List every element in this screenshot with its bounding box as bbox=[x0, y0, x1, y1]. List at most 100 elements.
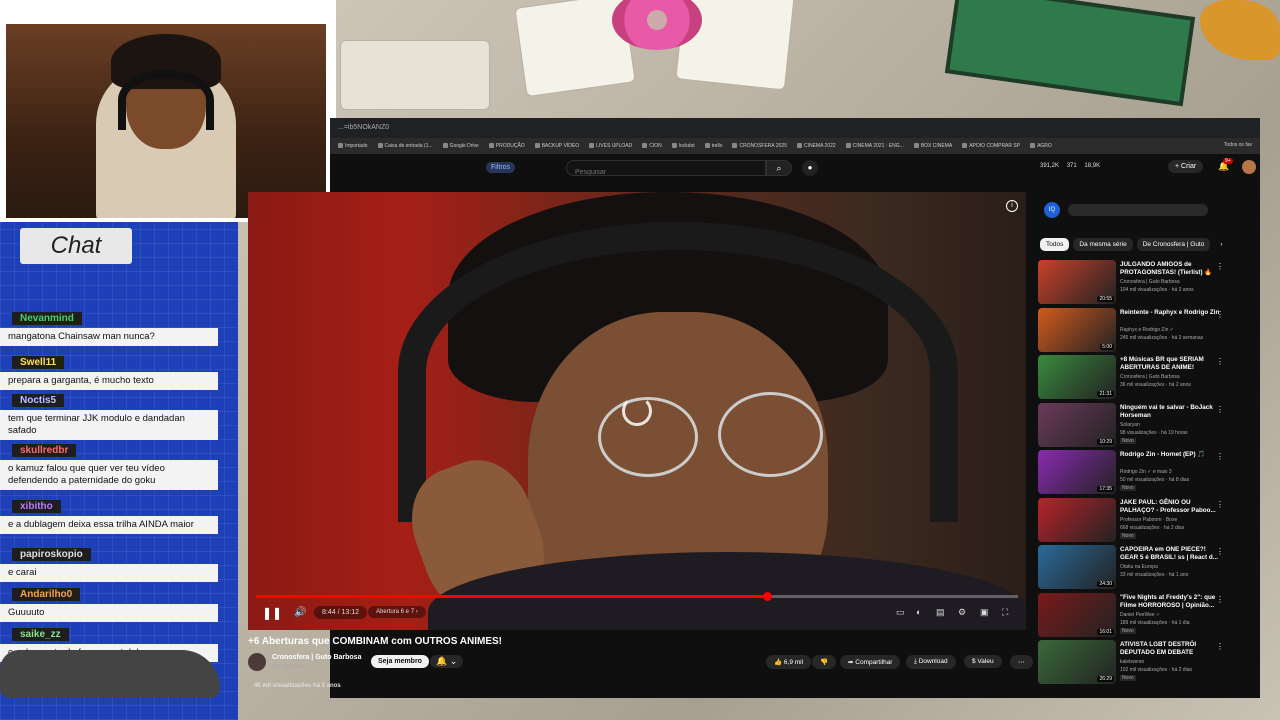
video-thumbnail[interactable]: 5:00 bbox=[1038, 307, 1116, 352]
bookmark-item[interactable]: lockdot bbox=[672, 143, 695, 149]
video-title[interactable]: JULGANDO AMIGOS de PROTAGONISTAS! (Tierl… bbox=[1120, 261, 1220, 277]
bookmark-item[interactable]: BACKUP VÍDEO bbox=[535, 143, 579, 149]
bookmark-item[interactable]: CINEMA 2022 bbox=[797, 143, 836, 149]
filters-button[interactable]: Filtros bbox=[486, 162, 516, 173]
chip-same-series[interactable]: Da mesma série bbox=[1073, 238, 1133, 251]
video-thumbnail[interactable]: 17:35 bbox=[1038, 450, 1116, 494]
info-icon[interactable]: i bbox=[1006, 200, 1018, 212]
channel-avatar[interactable] bbox=[248, 653, 266, 671]
video-thumbnail[interactable]: 21:31 bbox=[1038, 355, 1116, 399]
bookmark-item[interactable]: Caixa de entrada (1... bbox=[378, 143, 433, 149]
chapter-button[interactable]: Abertura 6 e 7 › bbox=[368, 606, 426, 618]
video-title[interactable]: ATIVISTA LGBT DESTRÓI DEPUTADO EM DEBATE bbox=[1120, 641, 1220, 657]
chat-username[interactable]: papiroskopio bbox=[12, 548, 91, 561]
chevron-right-icon[interactable]: › bbox=[1214, 238, 1228, 251]
video-thumbnail[interactable] bbox=[1038, 497, 1116, 542]
bookmark-item[interactable]: Google Drive bbox=[443, 143, 479, 149]
video-title[interactable]: CAPOEIRA em ONE PIECE?! GEAR 5 é BRASIL!… bbox=[1120, 546, 1220, 562]
recommended-video[interactable]: 21:31 +8 Músicas BR que SERIAM ABERTURAS … bbox=[1036, 355, 1230, 399]
recommended-video[interactable]: 5:00 Reintente - Raphyx e Rodrigo Zin Raph… bbox=[1036, 307, 1230, 352]
download-button[interactable]: ⤓ Download bbox=[906, 655, 956, 669]
video-title[interactable]: Rodrigo Zin - Hornet (EP) 🎵 bbox=[1120, 451, 1220, 459]
join-button[interactable]: Seja membro bbox=[371, 655, 429, 668]
recommended-video[interactable]: 26:29 ATIVISTA LGBT DESTRÓI DEPUTADO EM D… bbox=[1036, 640, 1230, 684]
captions-icon[interactable]: ▤ bbox=[936, 607, 945, 618]
bookmark-item[interactable]: BOX CINEMA bbox=[914, 143, 952, 149]
avatar[interactable] bbox=[1242, 160, 1256, 174]
progress-scrubber[interactable] bbox=[762, 592, 772, 601]
chat-username[interactable]: skullredbr bbox=[12, 444, 77, 457]
create-button[interactable]: + Criar bbox=[1168, 160, 1204, 173]
search-box[interactable] bbox=[566, 160, 766, 180]
pause-icon[interactable]: ❚❚ bbox=[262, 606, 282, 620]
bookmark-item[interactable]: LIVES UPLOAD bbox=[589, 143, 632, 149]
video-title[interactable]: Ninguém vai te salvar - BoJack Horseman bbox=[1120, 404, 1220, 420]
video-meta: 102 mil visualizações · há 2 dias bbox=[1120, 667, 1192, 673]
more-actions-button[interactable]: ⋯ bbox=[1010, 655, 1033, 669]
recommended-video[interactable]: 16:01 "Five Nights at Freddy's 2": que Fi… bbox=[1036, 592, 1230, 637]
address-bar[interactable]: ...=ib5NOkANZ0 bbox=[330, 118, 1260, 138]
chat-username[interactable]: Andarilho0 bbox=[12, 588, 81, 601]
more-options-icon[interactable]: ⋮ bbox=[1216, 642, 1224, 651]
subscribe-bell-icon[interactable]: 🔔 ⌄ bbox=[430, 655, 464, 668]
bookmark-item[interactable]: PRODUÇÃO bbox=[489, 143, 525, 149]
stat-value: 391,2K bbox=[1040, 163, 1060, 169]
video-player[interactable]: i ❚❚ 🔊 8:44 / 13:12 Abertura 6 e 7 › ▭ ◐… bbox=[248, 192, 1026, 630]
channel-name[interactable]: Cronosfera | Guto Barbosa bbox=[272, 654, 361, 661]
recommended-video[interactable]: 10:29 Ninguém vai te salvar - BoJack Hors… bbox=[1036, 402, 1230, 447]
chat-username[interactable]: saike_zz bbox=[12, 628, 69, 641]
bookmark-item[interactable]: Importado bbox=[338, 143, 368, 149]
chat-username[interactable]: Noctis5 bbox=[12, 394, 65, 407]
video-thumbnail[interactable]: 20:55 bbox=[1038, 260, 1116, 304]
chat-message-text: prepara a garganta, é mucho texto bbox=[0, 372, 218, 390]
video-thumbnail[interactable]: 24:30 bbox=[1038, 545, 1116, 589]
bookmark-item[interactable]: trello bbox=[705, 143, 723, 149]
chat-username[interactable]: Swell11 bbox=[12, 356, 65, 369]
all-bookmarks-link[interactable]: Todos os fav bbox=[1224, 142, 1252, 148]
gear-icon[interactable]: ⚙ bbox=[958, 607, 966, 618]
recommended-video[interactable]: 17:35 Rodrigo Zin - Hornet (EP) 🎵 Rodrigo … bbox=[1036, 450, 1230, 494]
more-options-icon[interactable]: ⋮ bbox=[1216, 547, 1224, 556]
video-title[interactable]: +8 Músicas BR que SERIAM ABERTURAS DE AN… bbox=[1120, 356, 1220, 372]
autoplay-toggle[interactable]: ◐ bbox=[916, 607, 921, 617]
chat-username[interactable]: Nevanmind bbox=[12, 312, 82, 325]
video-thumbnail[interactable]: 10:29 bbox=[1038, 402, 1116, 447]
recommended-video[interactable]: 24:30 CAPOEIRA em ONE PIECE?! GEAR 5 é BR… bbox=[1036, 545, 1230, 589]
more-options-icon[interactable]: ⋮ bbox=[1216, 405, 1224, 414]
more-options-icon[interactable]: ⋮ bbox=[1216, 595, 1224, 604]
more-options-icon[interactable]: ⋮ bbox=[1216, 357, 1224, 366]
subscriber-count: 848 mil inscritos bbox=[272, 664, 308, 670]
progress-bar[interactable] bbox=[256, 592, 1018, 601]
volume-icon[interactable]: 🔊 bbox=[294, 607, 306, 618]
bookmark-item[interactable]: CINEMA 2021 · ENG... bbox=[846, 143, 904, 149]
search-input[interactable] bbox=[567, 165, 747, 180]
video-title[interactable]: Reintente - Raphyx e Rodrigo Zin bbox=[1120, 309, 1220, 317]
chip-all[interactable]: Todos bbox=[1040, 238, 1070, 251]
dislike-button[interactable]: 👎 bbox=[812, 655, 837, 669]
more-options-icon[interactable]: ⋮ bbox=[1216, 500, 1224, 509]
search-icon[interactable]: ⌕ bbox=[766, 160, 792, 176]
video-thumbnail[interactable]: 26:29 bbox=[1038, 640, 1116, 684]
bookmark-item[interactable]: AGRO bbox=[1030, 143, 1052, 149]
more-options-icon[interactable]: ⋮ bbox=[1216, 310, 1224, 319]
recommended-video[interactable]: 20:55 JULGANDO AMIGOS de PROTAGONISTAS! (… bbox=[1036, 260, 1230, 304]
video-title[interactable]: "Five Nights at Freddy's 2": que Filme H… bbox=[1120, 594, 1220, 610]
subtitles-icon[interactable]: ▭ bbox=[896, 607, 905, 618]
video-title[interactable]: JAKE PAUL: GÊNIO OU PALHAÇO? - Professor… bbox=[1120, 499, 1220, 515]
share-button[interactable]: ➦ Compartilhar bbox=[840, 655, 901, 669]
thanks-button[interactable]: $ Valeu bbox=[964, 655, 1002, 668]
like-button[interactable]: 👍 6,9 mil bbox=[766, 655, 812, 669]
more-options-icon[interactable]: ⋮ bbox=[1216, 262, 1224, 271]
chip-channel[interactable]: De Cronosfera | Guto bbox=[1136, 238, 1211, 251]
live-chat-chip[interactable]: IQ bbox=[1044, 202, 1060, 218]
more-options-icon[interactable]: ⋮ bbox=[1216, 452, 1224, 461]
microphone-icon[interactable]: ● bbox=[802, 160, 818, 176]
recommended-video[interactable]: JAKE PAUL: GÊNIO OU PALHAÇO? - Professor… bbox=[1036, 497, 1230, 542]
bookmark-item[interactable]: CRONOSFERA 2025 bbox=[732, 143, 787, 149]
theater-icon[interactable]: ▣ bbox=[980, 607, 989, 618]
chat-username[interactable]: xibitho bbox=[12, 500, 61, 513]
fullscreen-icon[interactable]: ⛶ bbox=[1002, 607, 1008, 618]
bookmark-item[interactable]: CION bbox=[642, 143, 662, 149]
bookmark-item[interactable]: APOIO COMPRAR SP bbox=[962, 143, 1020, 149]
video-thumbnail[interactable]: 16:01 bbox=[1038, 592, 1116, 637]
